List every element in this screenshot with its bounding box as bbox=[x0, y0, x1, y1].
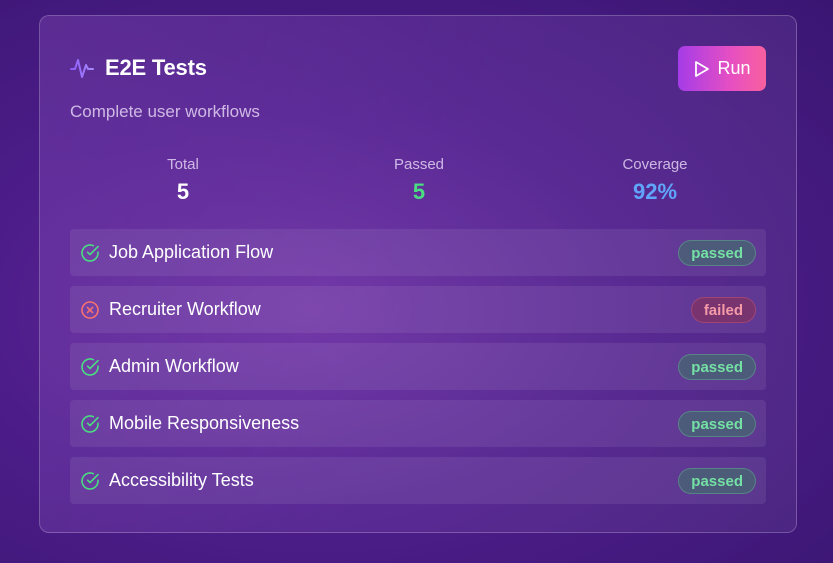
test-list: Job Application Flow passed Recruiter Wo… bbox=[70, 229, 766, 514]
stat-value: 5 bbox=[412, 179, 426, 204]
status-badge: passed bbox=[678, 467, 756, 494]
stats-row: Total 5 Passed 5 Coverage 92% bbox=[70, 156, 766, 206]
stat-value: 5 bbox=[176, 179, 190, 204]
activity-pulse-icon bbox=[70, 56, 94, 80]
card-header: E2E Tests Run bbox=[70, 46, 766, 91]
test-name: Accessibility Tests bbox=[109, 470, 254, 490]
stat-value: 92% bbox=[632, 179, 678, 204]
check-circle-icon bbox=[80, 357, 100, 377]
stat-coverage: Coverage 92% bbox=[585, 156, 725, 204]
x-circle-icon bbox=[80, 300, 100, 320]
test-name: Recruiter Workflow bbox=[109, 299, 261, 319]
play-icon bbox=[693, 60, 711, 78]
test-name: Mobile Responsiveness bbox=[109, 413, 300, 433]
test-row[interactable]: Recruiter Workflow failed bbox=[70, 286, 766, 333]
status-badge: passed bbox=[678, 239, 756, 266]
test-row[interactable]: Accessibility Tests passed bbox=[70, 457, 766, 504]
status-badge: passed bbox=[678, 410, 756, 437]
title-wrap: E2E Tests bbox=[70, 55, 207, 81]
check-circle-icon bbox=[80, 414, 100, 434]
stat-label: Passed bbox=[393, 156, 445, 173]
card-title: E2E Tests bbox=[105, 55, 207, 80]
card-subtitle: Complete user workflows bbox=[70, 102, 260, 121]
check-circle-icon bbox=[80, 471, 100, 491]
e2e-tests-card: E2E Tests Run Complete user workflows To… bbox=[39, 15, 797, 533]
test-row[interactable]: Job Application Flow passed bbox=[70, 229, 766, 276]
stat-passed: Passed 5 bbox=[349, 156, 489, 204]
test-row[interactable]: Admin Workflow passed bbox=[70, 343, 766, 390]
stat-label: Coverage bbox=[622, 156, 688, 173]
test-row[interactable]: Mobile Responsiveness passed bbox=[70, 400, 766, 447]
stat-total: Total 5 bbox=[113, 156, 253, 204]
stat-label: Total bbox=[167, 156, 199, 173]
status-badge: passed bbox=[678, 353, 756, 380]
run-button[interactable]: Run bbox=[678, 46, 766, 91]
check-circle-icon bbox=[80, 243, 100, 263]
run-button-label: Run bbox=[717, 58, 751, 78]
test-name: Job Application Flow bbox=[109, 242, 274, 262]
status-badge: failed bbox=[690, 296, 756, 323]
test-name: Admin Workflow bbox=[109, 356, 239, 376]
